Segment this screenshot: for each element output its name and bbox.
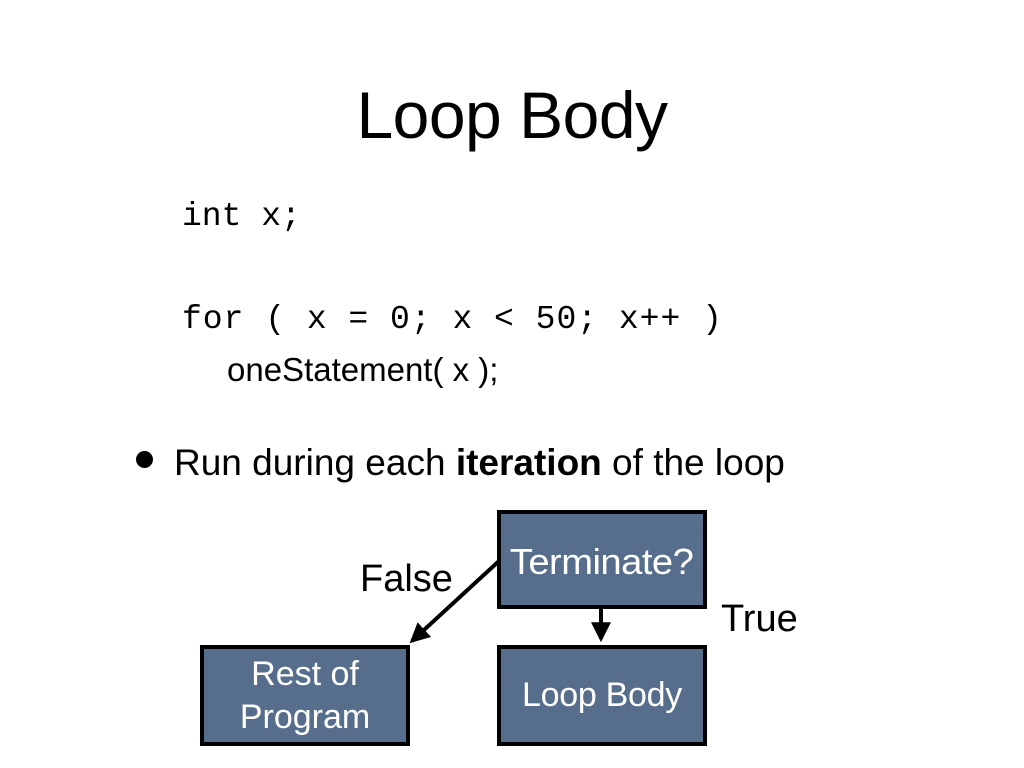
flow-node-rest-of-program-label: Rest of Program xyxy=(239,655,371,736)
flow-node-loop-body-label: Loop Body xyxy=(522,676,682,715)
flow-edge-label-false: False xyxy=(360,558,453,600)
flow-node-loop-body: Loop Body xyxy=(497,645,707,746)
flow-node-terminate: Terminate? xyxy=(497,510,707,609)
flow-node-rest-of-program: Rest of Program xyxy=(200,645,410,746)
flow-node-terminate-label: Terminate? xyxy=(510,541,694,583)
slide-canvas: Loop Body int x; for ( x = 0; x < 50; x+… xyxy=(0,0,1024,768)
flowchart-diagram: Terminate? Rest of Program Loop Body Fal… xyxy=(0,0,1024,768)
flow-edge-label-true: True xyxy=(721,598,798,640)
